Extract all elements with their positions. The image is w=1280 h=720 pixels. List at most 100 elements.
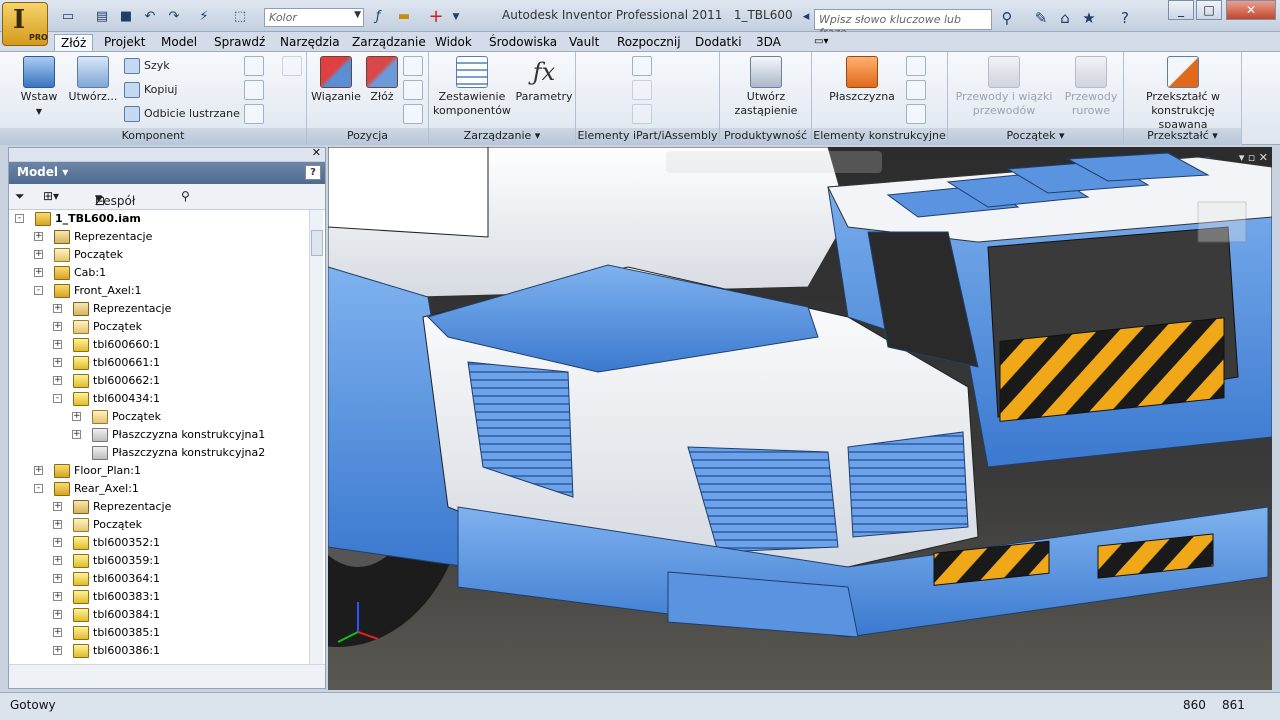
- ucs-icon[interactable]: [906, 104, 926, 124]
- tab-zarzadzanie[interactable]: Zarządzanie: [346, 34, 432, 52]
- 3d-model-view[interactable]: [328, 147, 1272, 690]
- close-browser-icon[interactable]: ✕: [312, 146, 321, 159]
- tab-vault[interactable]: Vault: [563, 34, 605, 52]
- find-icon[interactable]: ⚲: [181, 189, 190, 203]
- select-icon[interactable]: ⬚: [230, 8, 250, 26]
- navigation-bar[interactable]: [666, 151, 882, 173]
- collapse-node-icon[interactable]: -: [34, 484, 43, 493]
- constrain-button[interactable]: Wiązanie: [311, 56, 361, 104]
- save-icon[interactable]: ■: [116, 8, 136, 26]
- drive-icon[interactable]: [403, 104, 423, 124]
- place-button[interactable]: Wstaw ▼: [14, 56, 64, 119]
- tree-node-label: Cab:1: [74, 266, 107, 279]
- pattern-button[interactable]: Szyk: [124, 57, 170, 75]
- replace-icon[interactable]: [244, 80, 264, 100]
- expand-node-icon[interactable]: +: [53, 592, 62, 601]
- tab-narzedzia[interactable]: Narzędzia: [274, 34, 346, 52]
- convert-weldment-button[interactable]: Przekształć w konstrukcję spawaną: [1126, 56, 1240, 132]
- browser-vertical-scrollbar[interactable]: [309, 210, 323, 664]
- parameters-button[interactable]: ƒx Parametry: [515, 56, 573, 104]
- work-point-icon[interactable]: [906, 80, 926, 100]
- expand-node-icon[interactable]: +: [53, 304, 62, 313]
- measure-icon[interactable]: ▬: [394, 8, 414, 26]
- expand-node-icon[interactable]: +: [34, 268, 43, 277]
- expand-node-icon[interactable]: +: [72, 412, 81, 421]
- ribbon-minimize-icon[interactable]: ▭▾: [808, 34, 834, 52]
- expand-node-icon[interactable]: +: [34, 250, 43, 259]
- star-icon[interactable]: ★: [1078, 8, 1100, 28]
- tab-srodowiska[interactable]: Środowiska: [483, 34, 563, 52]
- maximize-button[interactable]: □: [1196, 0, 1222, 20]
- application-menu-button[interactable]: I PRO: [2, 2, 48, 46]
- expand-node-icon[interactable]: +: [53, 358, 62, 367]
- create-substitute-button[interactable]: Utwórz zastąpienie: [728, 56, 804, 118]
- tab-3da[interactable]: 3DA: [750, 34, 787, 52]
- rotate-component-icon[interactable]: [403, 80, 423, 100]
- expand-node-icon[interactable]: +: [53, 646, 62, 655]
- expand-node-icon[interactable]: +: [72, 430, 81, 439]
- open-folder-icon[interactable]: ▤: [92, 8, 112, 26]
- tab-dodatki[interactable]: Dodatki: [689, 34, 748, 52]
- color-dropdown[interactable]: Kolor ▼: [264, 8, 364, 27]
- expand-node-icon[interactable]: +: [53, 322, 62, 331]
- move-component-icon[interactable]: [403, 56, 423, 76]
- work-axis-icon[interactable]: [906, 56, 926, 76]
- wrench-icon[interactable]: ✎: [1030, 8, 1052, 28]
- update-icon[interactable]: ⚡: [194, 8, 214, 26]
- browser-header[interactable]: Model ▾ ?: [9, 162, 325, 184]
- add-icon[interactable]: +: [426, 8, 446, 26]
- expand-node-icon[interactable]: +: [53, 340, 62, 349]
- collapse-node-icon[interactable]: -: [53, 394, 62, 403]
- tab-projekt[interactable]: Projekt: [98, 34, 151, 52]
- graphics-window[interactable]: ▾ ▫ ✕: [328, 147, 1272, 690]
- tab-rozpocznij[interactable]: Rozpocznij: [611, 34, 687, 52]
- qat-customize-icon[interactable]: ▼: [446, 8, 466, 26]
- binoculars-icon[interactable]: ⚲: [996, 8, 1018, 28]
- collapse-node-icon[interactable]: -: [34, 286, 43, 295]
- expand-node-icon[interactable]: +: [53, 538, 62, 547]
- mirror-button[interactable]: Odbicie lustrzane: [124, 105, 240, 123]
- panel-przeksztalc-title[interactable]: Przekształć ▾: [1124, 128, 1241, 145]
- assemble-button[interactable]: Złóż: [365, 56, 399, 104]
- subscription-icon[interactable]: ⌂: [1054, 8, 1076, 28]
- expand-node-icon[interactable]: +: [53, 520, 62, 529]
- viewcube[interactable]: [1197, 201, 1247, 243]
- viewport-window-controls[interactable]: ▾ ▫ ✕: [1239, 151, 1268, 164]
- bom-button[interactable]: Zestawienie komponentów: [433, 56, 511, 118]
- panel-poczatek-title[interactable]: Początek ▾: [948, 128, 1123, 145]
- create-ipart-icon[interactable]: [632, 56, 652, 76]
- expand-node-icon[interactable]: +: [34, 232, 43, 241]
- expand-node-icon[interactable]: +: [53, 574, 62, 583]
- browser-help-button[interactable]: ?: [305, 165, 321, 180]
- browser-horizontal-scrollbar[interactable]: [9, 664, 325, 688]
- work-plane-button[interactable]: Płaszczyzna: [820, 56, 904, 104]
- copy-button[interactable]: Kopiuj: [124, 81, 177, 99]
- scroll-thumb[interactable]: [311, 230, 323, 256]
- close-button[interactable]: ✕: [1226, 0, 1276, 20]
- tab-widok[interactable]: Widok: [429, 34, 478, 52]
- redo-icon[interactable]: ↷: [164, 8, 184, 26]
- hierarchy-icon[interactable]: ⊞▾: [43, 189, 59, 203]
- function-icon[interactable]: ƒ: [368, 8, 388, 26]
- expand-node-icon[interactable]: +: [53, 610, 62, 619]
- shrinkwrap-icon[interactable]: [244, 104, 264, 124]
- undo-icon[interactable]: ↶: [140, 8, 160, 26]
- tab-sprawdz[interactable]: Sprawdź: [208, 34, 271, 52]
- expand-search-icon[interactable]: ◂: [796, 8, 816, 26]
- filter-icon[interactable]: ⏷: [15, 189, 25, 204]
- new-file-icon[interactable]: ▭: [58, 8, 78, 26]
- expand-node-icon[interactable]: +: [53, 556, 62, 565]
- collapse-node-icon[interactable]: -: [15, 214, 24, 223]
- minimize-button[interactable]: _: [1168, 0, 1194, 20]
- panel-zarzadzanie-title[interactable]: Zarządzanie ▾: [429, 128, 575, 145]
- expand-node-icon[interactable]: +: [53, 502, 62, 511]
- tab-model[interactable]: Model: [155, 34, 203, 52]
- expand-node-icon[interactable]: +: [34, 466, 43, 475]
- expand-node-icon[interactable]: +: [53, 376, 62, 385]
- tab-zloz[interactable]: Złóż: [54, 34, 94, 52]
- expand-node-icon[interactable]: +: [53, 628, 62, 637]
- grounded-icon[interactable]: [244, 56, 264, 76]
- create-button[interactable]: Utwórz...: [66, 56, 120, 104]
- help-icon[interactable]: ?: [1114, 8, 1136, 28]
- search-input[interactable]: Wpisz słowo kluczowe lub frazę: [814, 9, 992, 39]
